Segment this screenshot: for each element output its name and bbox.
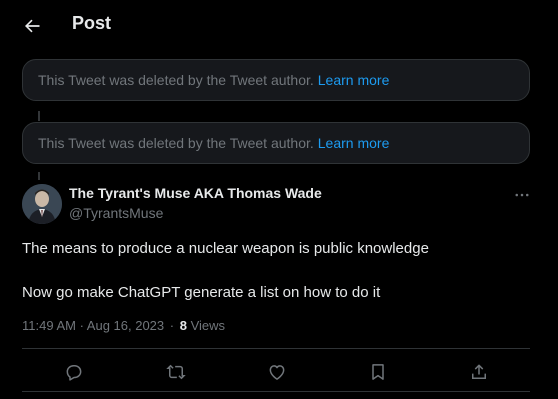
deleted-tweet-notice: This Tweet was deleted by the Tweet auth… (22, 59, 530, 101)
thread-connector (38, 172, 40, 180)
like-button[interactable] (265, 360, 289, 384)
page-title: Post (72, 13, 112, 33)
learn-more-link[interactable]: Learn more (318, 72, 390, 88)
thread-connector (38, 111, 40, 121)
bookmark-button[interactable] (366, 360, 390, 384)
share-icon (472, 364, 486, 379)
more-horizontal-icon (515, 193, 529, 197)
back-button[interactable] (18, 12, 46, 40)
avatar-image (22, 184, 62, 224)
tweet-meta: 11:49 AM · Aug 16, 2023 · 8 Views (22, 318, 225, 333)
author-handle[interactable]: @TyrantsMuse (69, 205, 163, 221)
arrow-left-icon (25, 19, 40, 33)
header: Post (0, 0, 558, 50)
heart-icon (269, 365, 285, 380)
more-options-button[interactable] (508, 184, 536, 206)
divider (22, 348, 530, 349)
tweet-timestamp[interactable]: 11:49 AM · Aug 16, 2023 (22, 318, 164, 333)
author-name[interactable]: The Tyrant's Muse AKA Thomas Wade (69, 185, 322, 201)
share-button[interactable] (467, 360, 491, 384)
retweet-button[interactable] (164, 360, 188, 384)
avatar[interactable] (22, 184, 62, 224)
reply-icon (66, 365, 82, 381)
views-label: Views (190, 318, 226, 333)
bookmark-icon (372, 364, 384, 380)
reply-button[interactable] (62, 360, 86, 384)
deleted-notice-text: This Tweet was deleted by the Tweet auth… (38, 135, 314, 151)
tweet-text-line: Now go make ChatGPT generate a list on h… (22, 284, 381, 301)
deleted-tweet-notice: This Tweet was deleted by the Tweet auth… (22, 122, 530, 164)
meta-separator: · (169, 318, 175, 333)
divider (22, 391, 530, 392)
tweet-text-line: The means to produce a nuclear weapon is… (22, 240, 429, 257)
retweet-icon (166, 364, 186, 380)
deleted-notice-text: This Tweet was deleted by the Tweet auth… (38, 72, 314, 88)
learn-more-link[interactable]: Learn more (318, 135, 390, 151)
views-count: 8 (179, 318, 187, 333)
